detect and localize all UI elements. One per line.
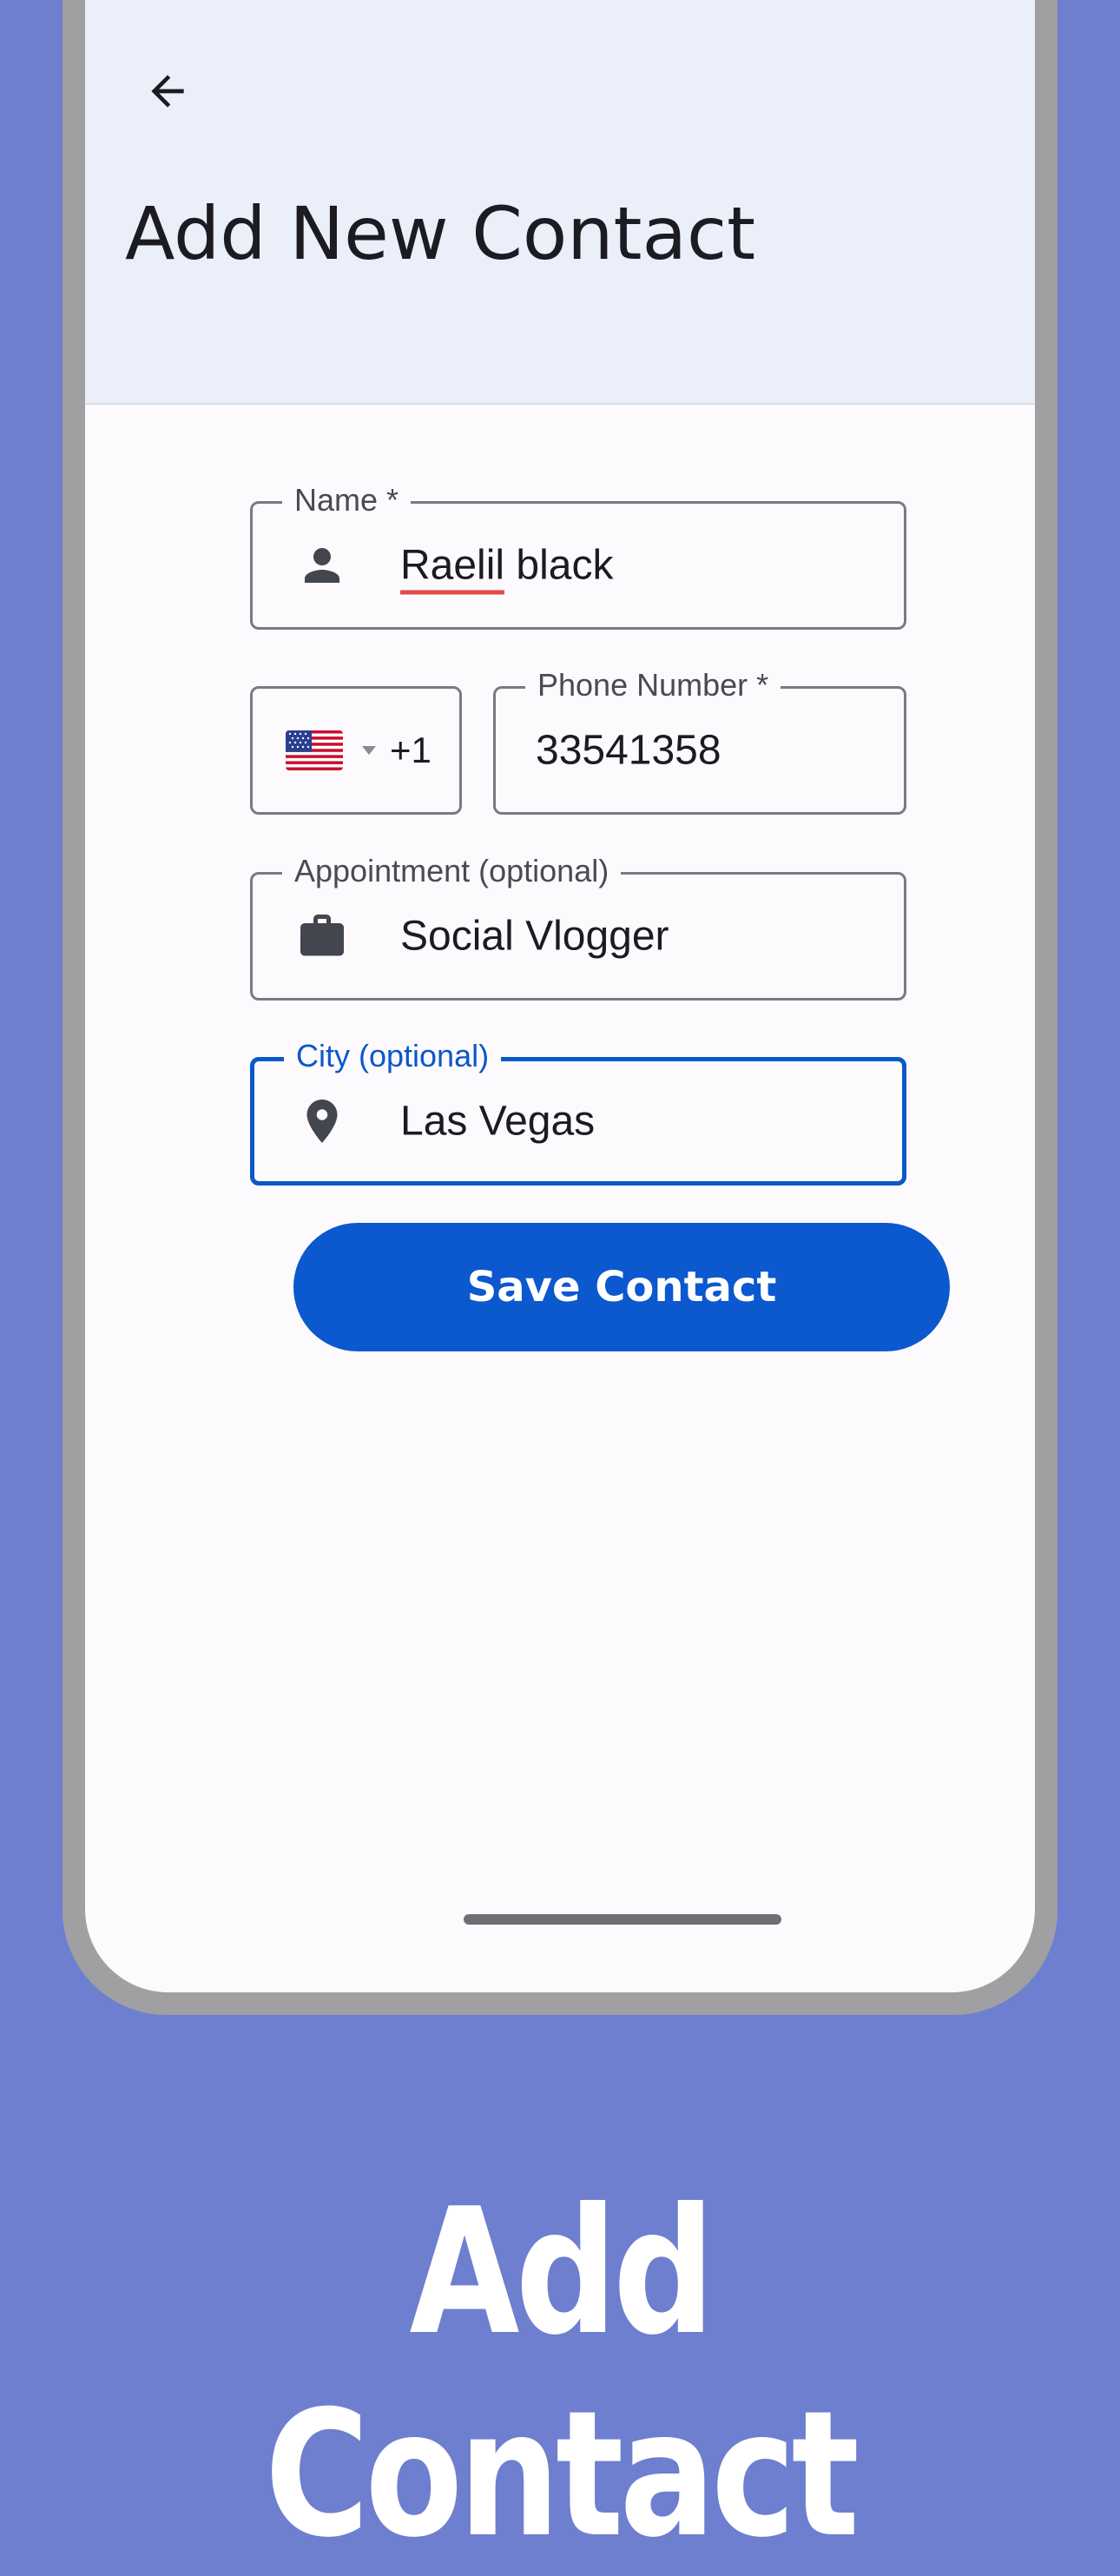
appointment-value: Social Vlogger bbox=[400, 913, 669, 960]
phone-value: 33541358 bbox=[536, 727, 721, 774]
briefcase-icon bbox=[296, 910, 348, 962]
promo-caption: Add Contact bbox=[264, 2171, 860, 2576]
phone-label: Phone Number * bbox=[525, 668, 781, 703]
name-value: Raelil black bbox=[400, 542, 614, 595]
name-label: Name * bbox=[282, 483, 412, 518]
us-flag-icon bbox=[286, 730, 343, 770]
city-label: City (optional) bbox=[284, 1039, 502, 1073]
misspelled-word: Raelil bbox=[400, 542, 505, 595]
home-indicator[interactable] bbox=[464, 1914, 781, 1925]
name-value-rest: black bbox=[504, 542, 614, 589]
page-title: Add New Contact bbox=[125, 191, 756, 276]
arrow-left-icon bbox=[151, 75, 184, 108]
app-bar: Add New Contact bbox=[85, 0, 1035, 405]
phone-frame: Add New Contact Name * Raelil black +1 P… bbox=[63, 0, 1057, 2015]
phone-field[interactable]: Phone Number * 33541358 bbox=[493, 668, 906, 815]
caret-down-icon bbox=[362, 746, 376, 755]
city-value: Las Vegas bbox=[400, 1098, 596, 1145]
back-button[interactable] bbox=[128, 52, 207, 130]
appointment-label: Appointment (optional) bbox=[282, 854, 622, 888]
save-contact-button[interactable]: Save Contact bbox=[293, 1223, 950, 1351]
dial-code: +1 bbox=[390, 730, 432, 770]
appointment-field[interactable]: Appointment (optional) Social Vlogger bbox=[250, 854, 906, 1001]
name-field[interactable]: Name * Raelil black bbox=[250, 483, 906, 630]
location-pin-icon bbox=[296, 1095, 348, 1147]
city-field[interactable]: City (optional) Las Vegas bbox=[250, 1039, 906, 1186]
person-icon bbox=[296, 539, 348, 591]
country-code-selector[interactable]: +1 bbox=[250, 686, 462, 815]
app-screen: Add New Contact Name * Raelil black +1 P… bbox=[85, 0, 1035, 1992]
